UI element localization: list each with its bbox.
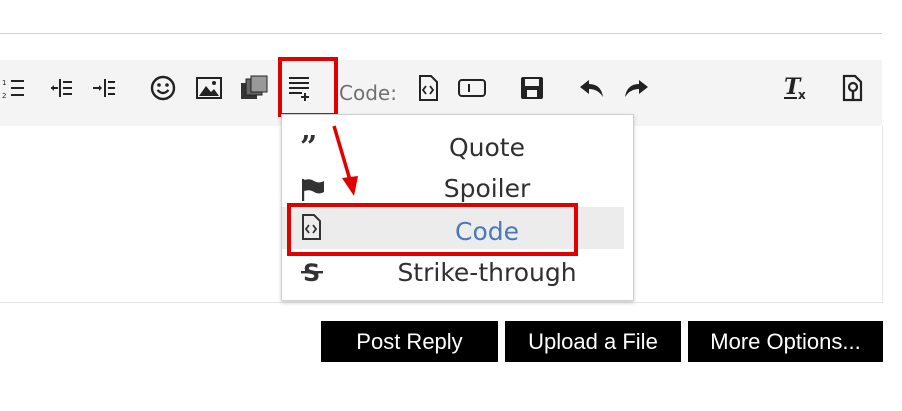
menu-item-label: Spoiler: [443, 174, 531, 203]
inline-code-icon[interactable]: [458, 74, 486, 102]
code-block-icon[interactable]: [414, 74, 442, 102]
more-options-button[interactable]: More Options...: [688, 321, 883, 362]
upload-file-button[interactable]: Upload a File: [505, 321, 681, 362]
highlight-code-item: [287, 203, 578, 256]
strikethrough-icon: S: [300, 259, 326, 287]
svg-text:”: ”: [300, 135, 317, 155]
remove-format-icon[interactable]: Tx: [782, 74, 810, 102]
post-reply-button[interactable]: Post Reply: [321, 321, 498, 362]
outdent-icon[interactable]: [47, 74, 75, 102]
smiley-icon[interactable]: [149, 74, 177, 102]
highlight-insert-button: [278, 57, 338, 117]
menu-item-strikethrough[interactable]: S Strike-through: [282, 255, 633, 297]
flag-icon: [300, 177, 326, 203]
undo-icon[interactable]: [578, 74, 606, 102]
svg-text:x: x: [798, 88, 806, 101]
top-divider: [0, 33, 882, 34]
pointer-arrow-icon: [332, 125, 358, 196]
image-icon[interactable]: [195, 74, 223, 102]
ordered-list-icon[interactable]: 12: [0, 74, 28, 102]
save-icon[interactable]: [518, 74, 546, 102]
redo-icon[interactable]: [622, 74, 650, 102]
media-icon[interactable]: [240, 74, 268, 102]
svg-text:2: 2: [2, 92, 6, 99]
quote-icon: ”: [300, 130, 326, 165]
menu-item-label: Strike-through: [397, 258, 577, 287]
toggle-bbcode-icon[interactable]: [838, 74, 866, 102]
menu-item-label: Quote: [448, 133, 525, 162]
code-label: Code:: [339, 81, 397, 105]
indent-icon[interactable]: [90, 74, 118, 102]
svg-text:1: 1: [2, 79, 6, 87]
